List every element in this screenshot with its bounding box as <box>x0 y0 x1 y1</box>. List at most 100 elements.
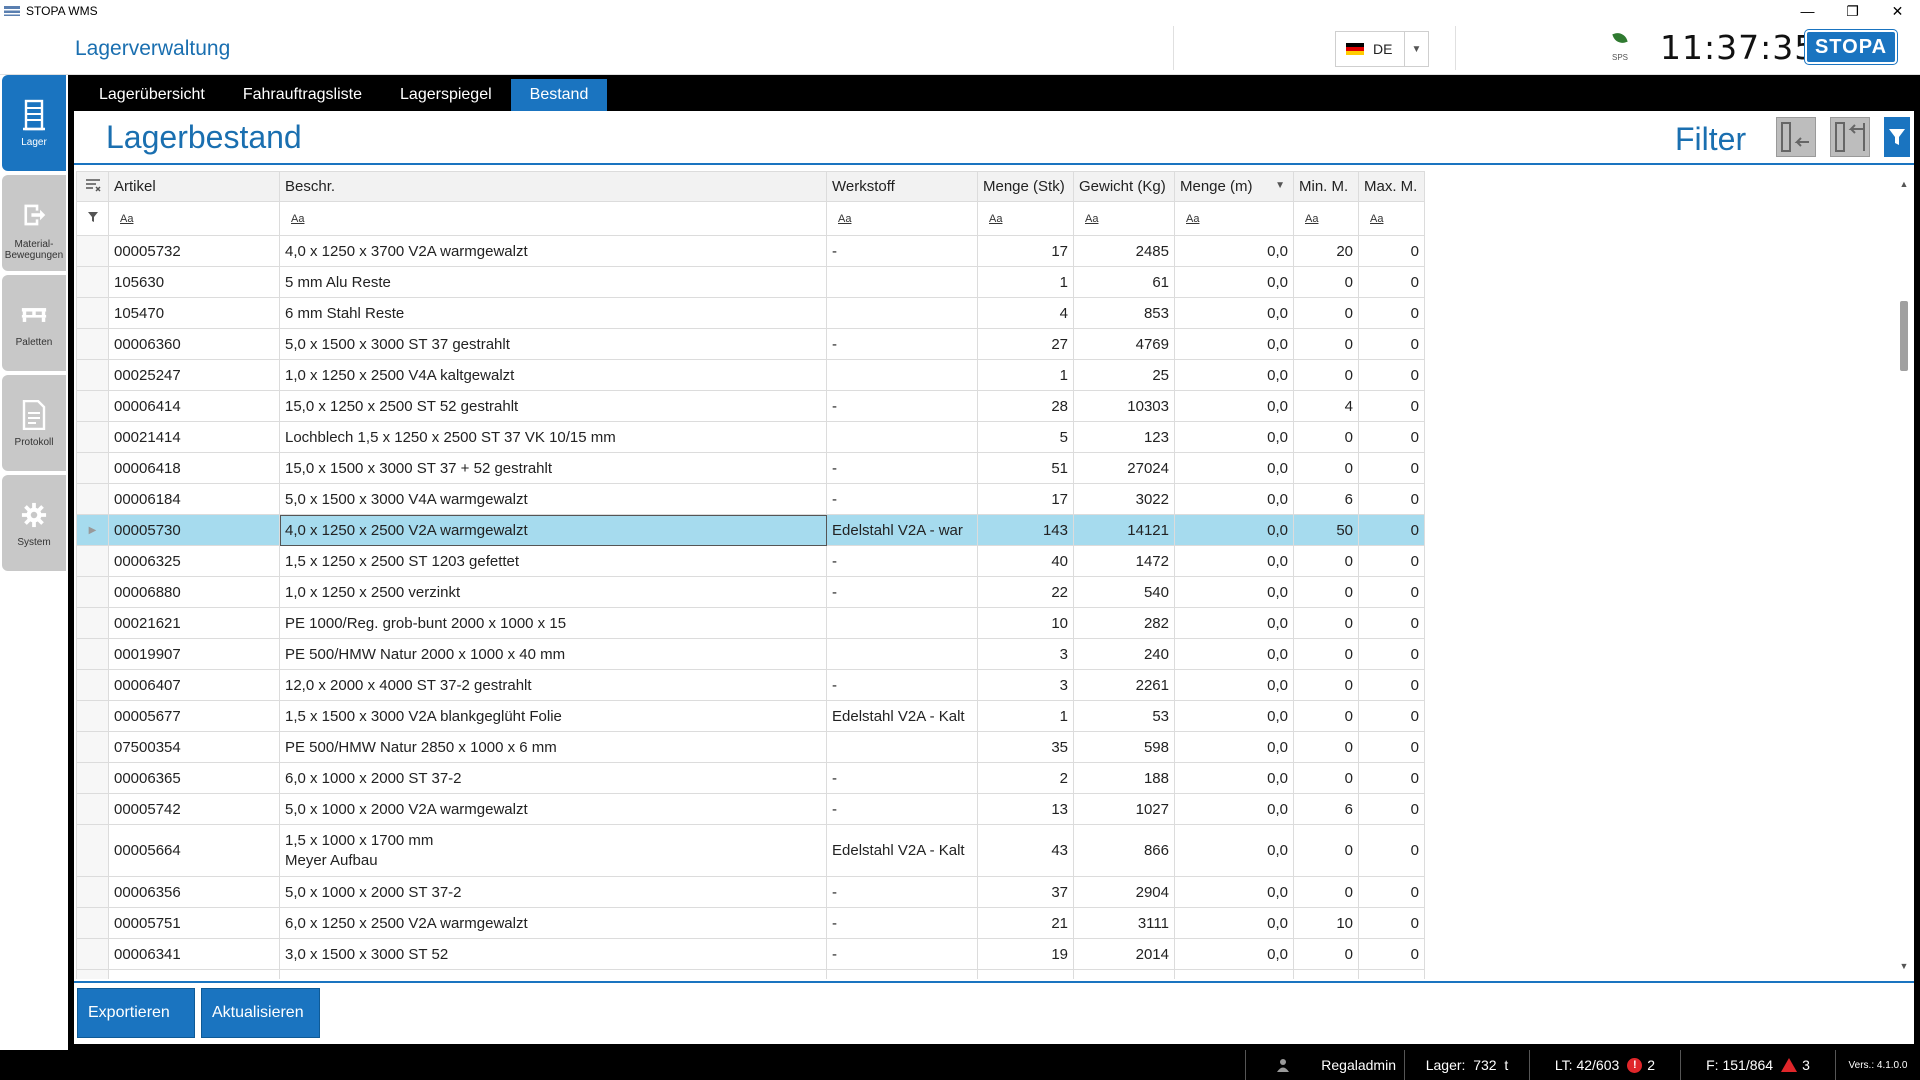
row-indicator[interactable] <box>76 638 109 670</box>
column-header-werkstoff[interactable]: Werkstoff <box>826 171 978 202</box>
cell-menge-stk[interactable]: 3 <box>977 669 1074 701</box>
cell-min[interactable] <box>1293 969 1359 979</box>
cell-menge-stk[interactable]: 21 <box>977 907 1074 939</box>
cell-min[interactable]: 0 <box>1293 545 1359 577</box>
row-indicator[interactable] <box>76 876 109 908</box>
cell-max[interactable]: 0 <box>1358 907 1425 939</box>
cell-beschr[interactable]: 1,5 x 1250 x 2500 ST 1203 gefettet <box>279 545 827 577</box>
cell-max[interactable]: 0 <box>1358 483 1425 515</box>
dock-panel-button[interactable] <box>1830 117 1870 157</box>
cell-gewicht[interactable]: 1472 <box>1073 545 1175 577</box>
cell-artikel[interactable]: 00021621 <box>108 607 280 639</box>
cell-max[interactable]: 0 <box>1358 235 1425 267</box>
cell-menge-stk[interactable]: 28 <box>977 390 1074 422</box>
cell-menge-m[interactable]: 0,0 <box>1174 938 1294 970</box>
table-row[interactable]: 00006341 3,0 x 1500 x 3000 ST 52-19 2014 0,… <box>76 938 1425 970</box>
row-indicator[interactable] <box>76 824 109 877</box>
cell-menge-stk[interactable]: 1 <box>977 700 1074 732</box>
cell-gewicht[interactable]: 14121 <box>1073 514 1175 546</box>
column-header-beschr[interactable]: Beschr. <box>279 171 827 202</box>
table-row[interactable]: 07500354 PE 500/HMW Natur 2850 x 1000 x 6… <box>76 731 1425 763</box>
cell-artikel[interactable]: 00006341 <box>108 938 280 970</box>
cell-beschr[interactable]: 15,0 x 1250 x 2500 ST 52 gestrahlt <box>279 390 827 422</box>
sidebar-item-paletten[interactable]: Paletten <box>2 275 66 371</box>
column-chooser-icon[interactable] <box>76 171 109 202</box>
cell-artikel[interactable]: 00005742 <box>108 793 280 825</box>
cell-menge-m[interactable]: 0,0 <box>1174 576 1294 608</box>
cell-max[interactable]: 0 <box>1358 638 1425 670</box>
table-row[interactable]: 00006325 1,5 x 1250 x 2500 ST 1203 gefett… <box>76 545 1425 577</box>
cell-beschr[interactable]: 1,0 x 1250 x 2500 verzinkt <box>279 576 827 608</box>
cell-gewicht[interactable]: 2904 <box>1073 876 1175 908</box>
chevron-down-icon[interactable]: ▼ <box>1404 32 1428 66</box>
cell-beschr[interactable]: 5,0 x 1500 x 3000 V4A warmgewalzt <box>279 483 827 515</box>
row-indicator[interactable] <box>76 483 109 515</box>
cell-menge-stk[interactable]: 35 <box>977 731 1074 763</box>
column-header-max[interactable]: Max. M. <box>1358 171 1425 202</box>
scrollbar-thumb[interactable] <box>1900 301 1908 371</box>
table-row[interactable]: 00005732 4,0 x 1250 x 3700 V2A warmgewalz… <box>76 235 1425 267</box>
filter-menge-stk-input[interactable]: Aa <box>977 201 1074 236</box>
table-row[interactable]: 00005751 6,0 x 1250 x 2500 V2A warmgewalz… <box>76 907 1425 939</box>
cell-menge-m[interactable]: 0,0 <box>1174 793 1294 825</box>
cell-beschr[interactable]: 5,0 x 1000 x 2000 ST 37-2 <box>279 876 827 908</box>
cell-min[interactable]: 0 <box>1293 421 1359 453</box>
cell-min[interactable]: 0 <box>1293 700 1359 732</box>
cell-werkstoff[interactable] <box>826 731 978 763</box>
row-indicator[interactable] <box>76 328 109 360</box>
table-row[interactable]: 00005664 1,5 x 1000 x 1700 mm Meyer Aufbau… <box>76 824 1425 877</box>
cell-menge-m[interactable]: 0,0 <box>1174 731 1294 763</box>
table-row[interactable]: 00025247 1,0 x 1250 x 2500 V4A kaltgewalz… <box>76 359 1425 391</box>
column-header-artikel[interactable]: Artikel <box>108 171 280 202</box>
column-header-gewicht[interactable]: Gewicht (Kg) <box>1073 171 1175 202</box>
cell-werkstoff[interactable] <box>826 638 978 670</box>
cell-menge-m[interactable]: 0,0 <box>1174 514 1294 546</box>
table-row[interactable]: 00021621 PE 1000/Reg. grob-bunt 2000 x 10… <box>76 607 1425 639</box>
row-indicator[interactable] <box>76 793 109 825</box>
cell-beschr[interactable]: 5 mm Alu Reste <box>279 266 827 298</box>
cell-gewicht[interactable]: 282 <box>1073 607 1175 639</box>
filter-max-input[interactable]: Aa <box>1358 201 1425 236</box>
table-row[interactable]: 00006414 15,0 x 1250 x 2500 ST 52 gestrah… <box>76 390 1425 422</box>
cell-artikel[interactable]: 00006356 <box>108 876 280 908</box>
cell-beschr[interactable]: 6,0 x 1250 x 2500 V2A warmgewalzt <box>279 907 827 939</box>
cell-min[interactable]: 4 <box>1293 390 1359 422</box>
cell-menge-m[interactable]: 0,0 <box>1174 824 1294 877</box>
cell-gewicht[interactable]: 540 <box>1073 576 1175 608</box>
restore-icon[interactable]: ❐ <box>1830 0 1875 22</box>
sidebar-item-material-bewegungen[interactable]: Material- Bewegungen <box>2 175 66 271</box>
cell-beschr[interactable]: 1,5 x 1000 x 1700 mm Meyer Aufbau <box>279 824 827 877</box>
cell-werkstoff[interactable]: - <box>826 669 978 701</box>
cell-artikel[interactable]: 00025247 <box>108 359 280 391</box>
table-row[interactable]: 00005677 1,5 x 1500 x 3000 V2A blankgeglü… <box>76 700 1425 732</box>
cell-menge-m[interactable]: 0,0 <box>1174 266 1294 298</box>
cell-menge-stk[interactable]: 143 <box>977 514 1074 546</box>
cell-max[interactable]: 0 <box>1358 297 1425 329</box>
cell-werkstoff[interactable] <box>826 969 978 979</box>
cell-max[interactable]: 0 <box>1358 731 1425 763</box>
cell-gewicht[interactable]: 4769 <box>1073 328 1175 360</box>
cell-beschr[interactable]: 4,0 x 1250 x 2500 V2A warmgewalzt <box>279 514 827 546</box>
cell-menge-m[interactable]: 0,0 <box>1174 452 1294 484</box>
cell-menge-m[interactable]: 0,0 <box>1174 607 1294 639</box>
cell-artikel[interactable]: 00021414 <box>108 421 280 453</box>
cell-menge-m[interactable]: 0,0 <box>1174 545 1294 577</box>
cell-artikel[interactable]: 105470 <box>108 297 280 329</box>
cell-menge-stk[interactable]: 1 <box>977 359 1074 391</box>
cell-beschr[interactable]: 6,0 x 1000 x 2000 ST 37-2 <box>279 762 827 794</box>
cell-max[interactable]: 0 <box>1358 700 1425 732</box>
filter-werkstoff-input[interactable]: Aa <box>826 201 978 236</box>
cell-gewicht[interactable]: 866 <box>1073 824 1175 877</box>
table-row[interactable]: 00006407 12,0 x 2000 x 4000 ST 37-2 gestr… <box>76 669 1425 701</box>
row-indicator[interactable] <box>76 907 109 939</box>
cell-gewicht[interactable]: 240 <box>1073 638 1175 670</box>
cell-artikel[interactable]: 00006184 <box>108 483 280 515</box>
cell-werkstoff[interactable]: - <box>826 235 978 267</box>
row-indicator[interactable] <box>76 359 109 391</box>
cell-min[interactable]: 20 <box>1293 235 1359 267</box>
table-row[interactable]: 00005742 5,0 x 1000 x 2000 V2A warmgewalz… <box>76 793 1425 825</box>
cell-menge-m[interactable]: 0,0 <box>1174 762 1294 794</box>
cell-gewicht[interactable]: 598 <box>1073 731 1175 763</box>
cell-artikel[interactable]: 105630 <box>108 266 280 298</box>
cell-min[interactable]: 50 <box>1293 514 1359 546</box>
